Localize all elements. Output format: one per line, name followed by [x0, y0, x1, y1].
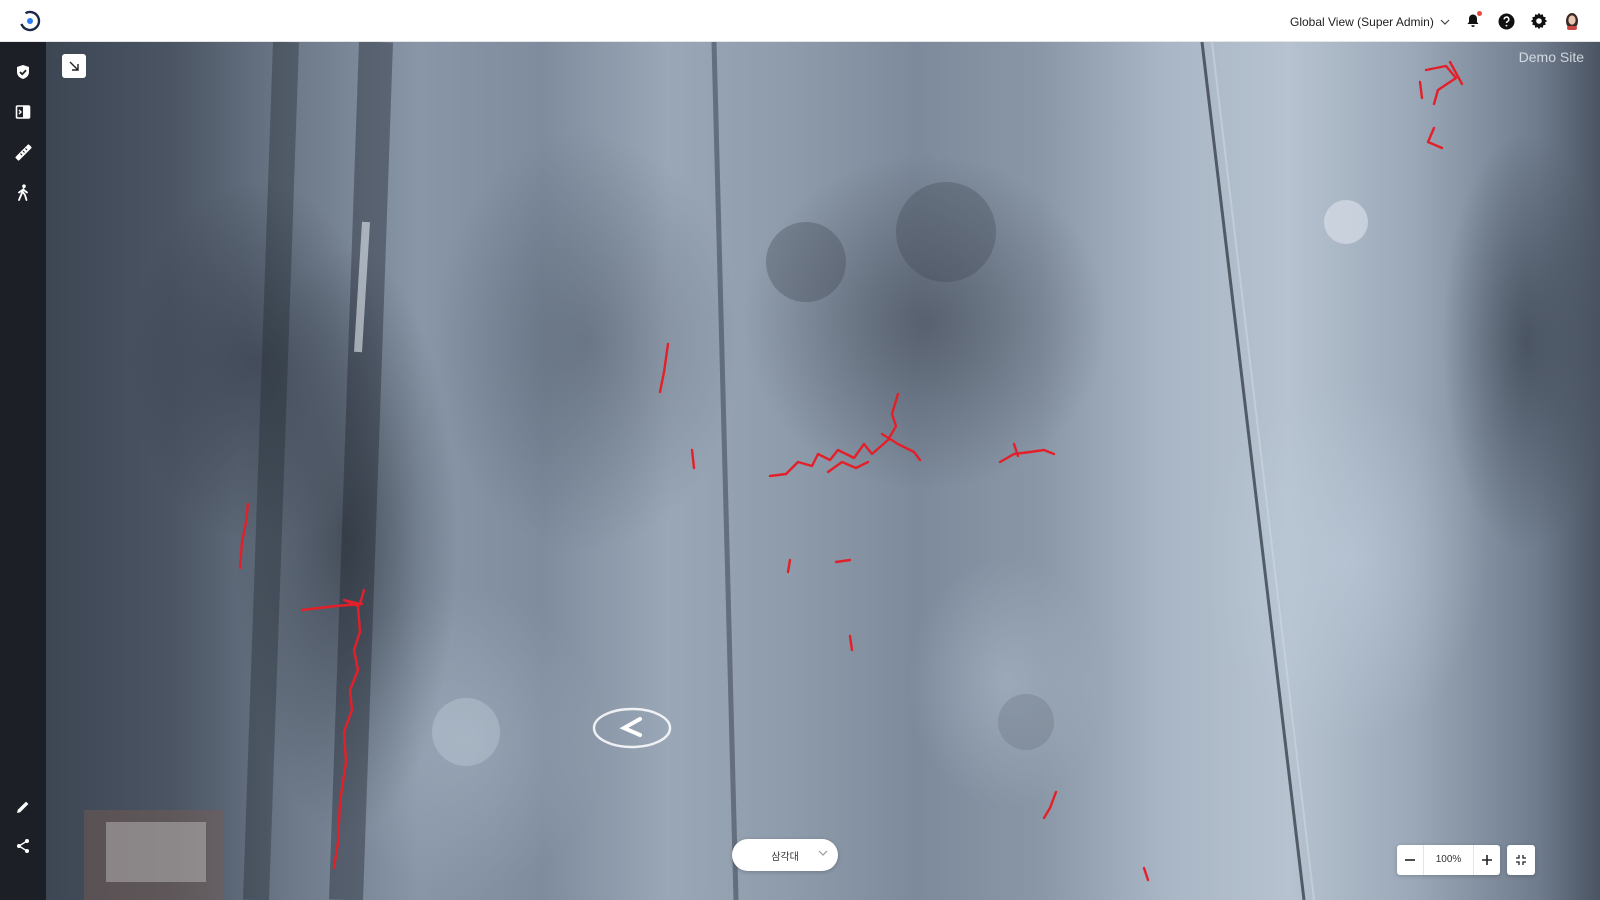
- chevron-down-icon: [1440, 19, 1450, 25]
- ruler-icon[interactable]: [11, 140, 35, 164]
- zoom-control: 100%: [1397, 845, 1500, 875]
- zoom-out-button[interactable]: [1397, 845, 1423, 875]
- layer-selector[interactable]: 삼각대: [732, 839, 838, 871]
- zoom-in-button[interactable]: [1474, 845, 1500, 875]
- chevron-down-icon: [818, 850, 828, 856]
- arrow-down-right-icon: [69, 61, 79, 71]
- crack-overlay: [238, 60, 1464, 882]
- view-selector-label: Global View (Super Admin): [1290, 15, 1434, 29]
- site-label: Demo Site: [1518, 49, 1584, 65]
- fit-screen-button[interactable]: [1507, 845, 1535, 875]
- help-icon[interactable]: [1496, 11, 1516, 31]
- share-icon[interactable]: [11, 834, 35, 858]
- gear-icon[interactable]: [1529, 11, 1549, 31]
- compress-icon: [1516, 855, 1526, 865]
- notification-dot: [1477, 11, 1482, 16]
- concrete-surface-overlay: [84, 42, 1464, 900]
- minus-icon: [1405, 859, 1415, 861]
- plus-icon: [1482, 855, 1492, 865]
- tool-sidebar: [0, 42, 46, 900]
- collapse-panel-button[interactable]: [62, 54, 86, 78]
- top-bar: Global View (Super Admin): [0, 0, 1600, 42]
- zoom-level: 100%: [1423, 845, 1474, 875]
- shield-check-icon[interactable]: [11, 60, 35, 84]
- pencil-icon[interactable]: [11, 795, 35, 819]
- compare-icon[interactable]: [11, 100, 35, 124]
- bell-icon[interactable]: [1463, 11, 1483, 31]
- layer-selector-label: 삼각대: [771, 851, 799, 863]
- user-avatar-icon[interactable]: [1562, 11, 1582, 31]
- view-selector[interactable]: Global View (Super Admin): [1290, 13, 1450, 31]
- logo-icon[interactable]: [18, 9, 42, 33]
- image-viewer[interactable]: Demo Site 삼각대 100%: [46, 42, 1600, 900]
- walk-icon[interactable]: [11, 180, 35, 204]
